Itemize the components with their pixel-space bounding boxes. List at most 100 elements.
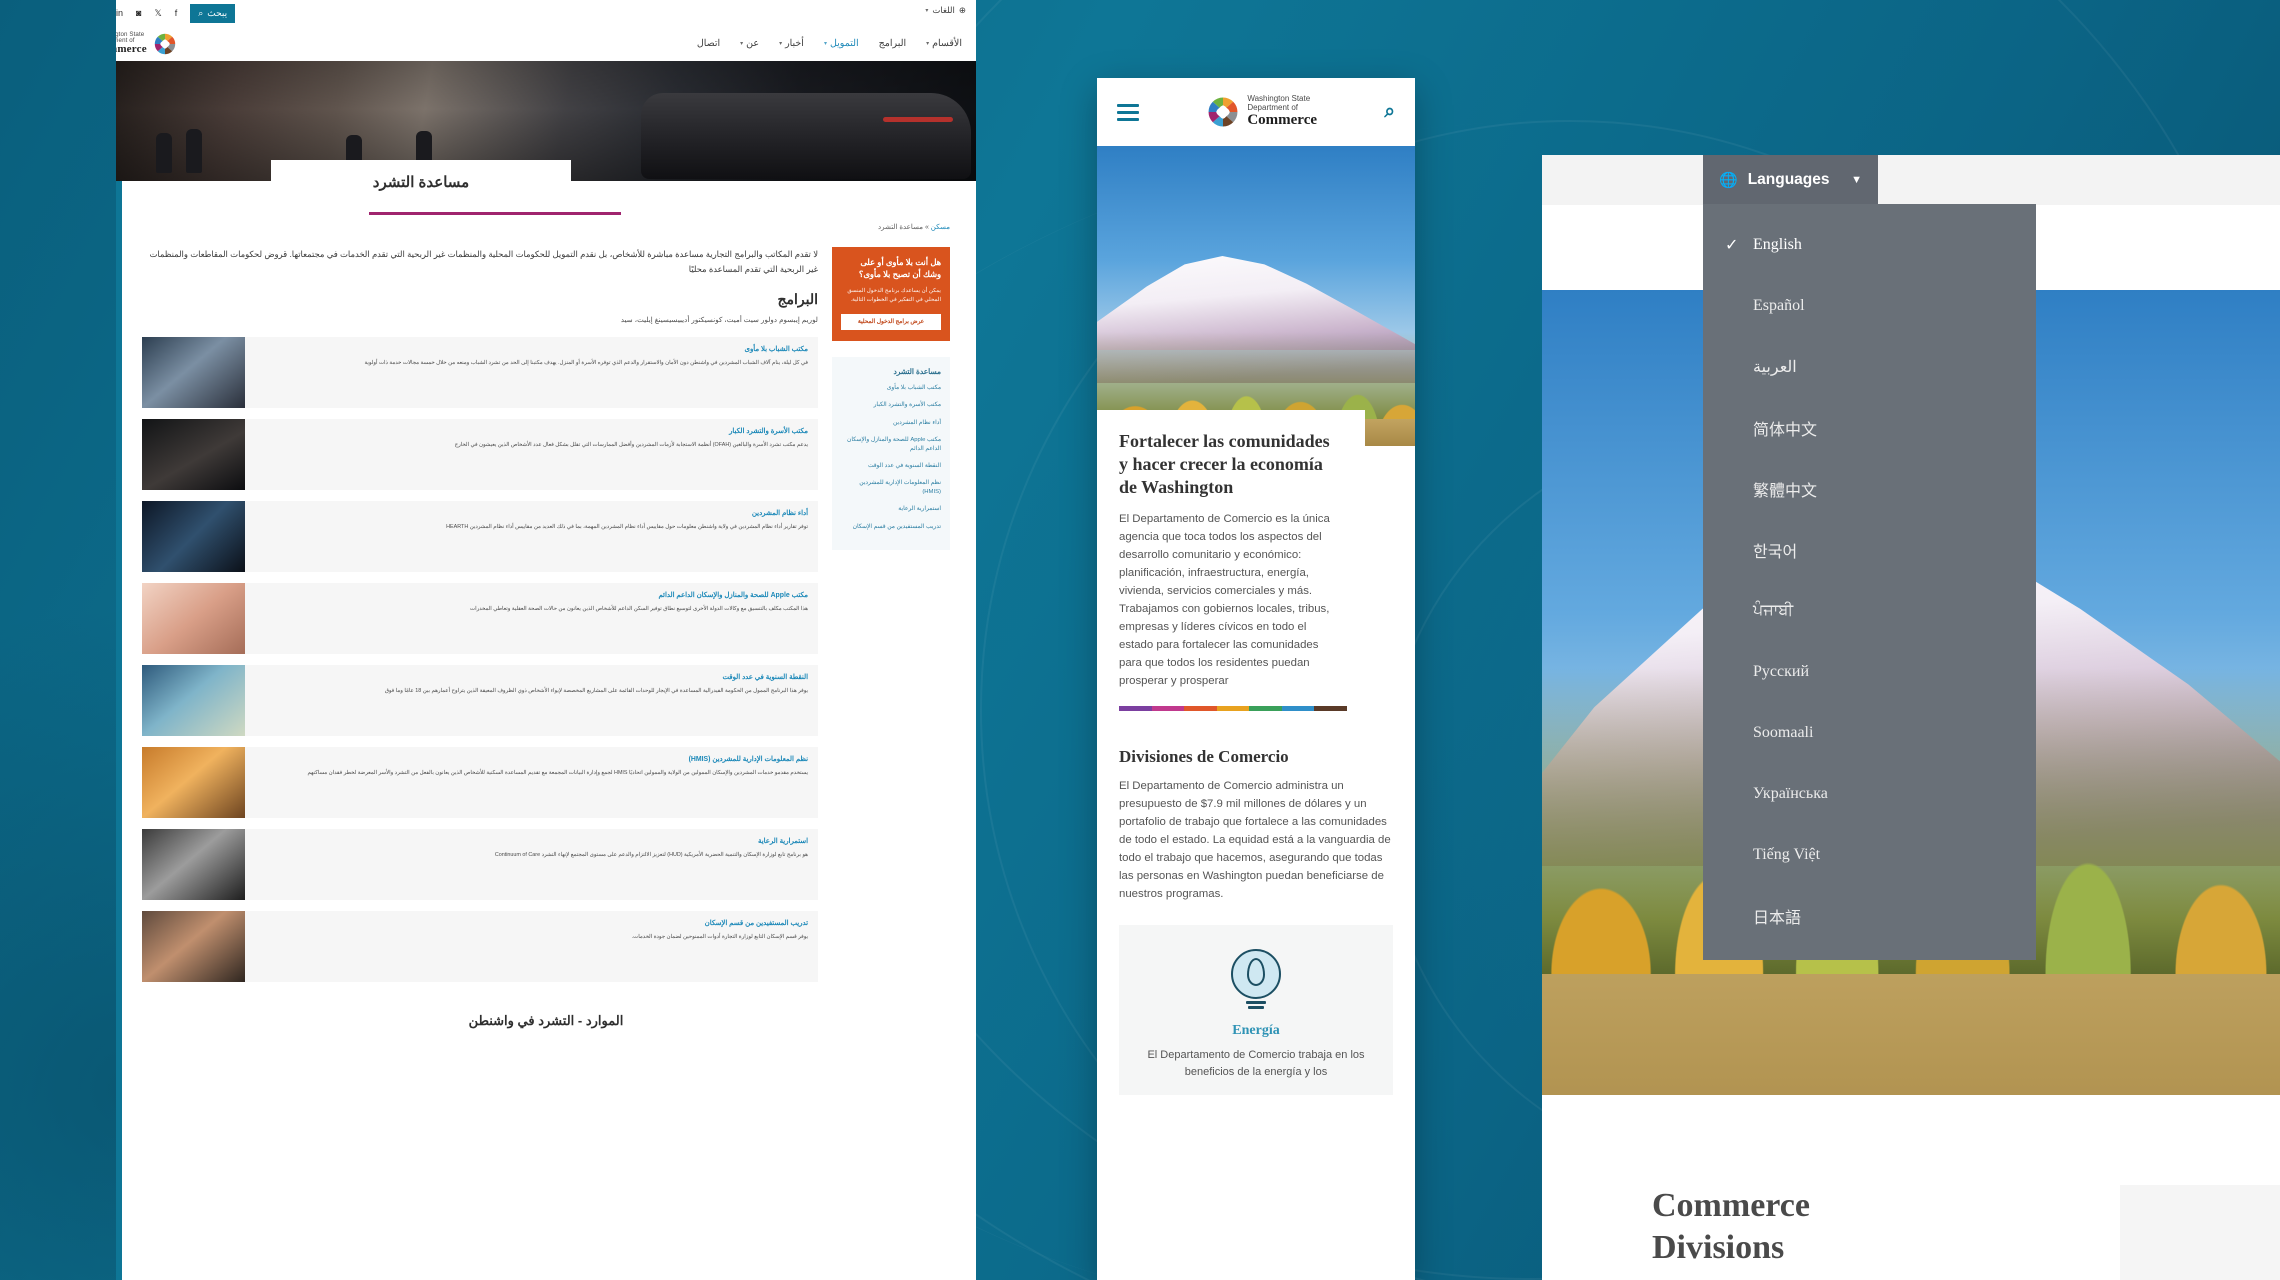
language-label: Tiếng Việt [1753,845,1821,863]
arabic-site-logo[interactable]: Washington State Department of Commerce [116,31,177,56]
nav-label: عن [746,38,760,49]
facebook-icon[interactable]: f [175,8,178,18]
mobile-header: Washington State Department of Commerce … [1097,78,1415,146]
nav-item-programs[interactable]: البرامج [879,38,907,49]
hamburger-menu-icon[interactable] [1117,103,1139,121]
program-title[interactable]: مكتب الشباب بلا مأوى [255,345,808,355]
language-label: English [1753,235,1802,253]
language-label: Soomaali [1753,723,1814,741]
sidebar-link[interactable]: استمرارية الرعاية [841,505,941,514]
language-option-japanese[interactable]: 日本語 [1703,885,2036,946]
program-card[interactable]: النقطة السنوية في عدد الوقت يوفر هذا الب… [142,665,818,737]
language-option-english[interactable]: ✓ English [1703,214,2036,275]
program-card[interactable]: مكتب الشباب بلا مأوى في كل ليلة، ينام آل… [142,337,818,409]
logo-text-block: Washington State Department of Commerce [116,31,147,56]
language-option-ukrainian[interactable]: Українська [1703,763,2036,824]
nav-item-news[interactable]: أخبار ▾ [779,38,804,49]
program-card[interactable]: تدريب المستفيدين من قسم الإسكان يوفر قسم… [142,911,818,983]
logo-line-3: Commerce [116,43,147,56]
arabic-utility-bar: يبحث ⌕ f 𝕏 ◙ in ⊕ اللغات ▾ [116,0,976,26]
program-card[interactable]: مكتب Apple للصحة والمنازل والإسكان الداع… [142,583,818,655]
language-option-traditional-chinese[interactable]: 繁體中文 [1703,458,2036,519]
language-option-simplified-chinese[interactable]: 简体中文 [1703,397,2036,458]
program-desc: يستخدم مقدمو خدمات المشردين والإسكان الم… [307,770,808,777]
spanish-mobile-page: Washington State Department of Commerce … [1097,78,1415,1280]
nav-item-contact[interactable]: اتصال [697,38,720,49]
energia-tile[interactable]: Energía El Departamento de Comercio trab… [1119,925,1393,1096]
hero-car [641,93,971,179]
program-title[interactable]: تدريب المستفيدين من قسم الإسكان [255,919,808,929]
languages-dropdown-trigger[interactable]: 🌐 Languages ▼ [1703,155,1878,204]
program-desc: توفر تقارير أداء نظام المشردين في ولاية … [446,524,808,531]
globe-icon: 🌐 [1719,171,1738,189]
language-label: ਪੰਜਾਬੀ [1753,601,1794,619]
breadcrumb-home-link[interactable]: مسكن [931,224,950,231]
language-option-russian[interactable]: Русский [1703,641,2036,702]
divisions-section: Divisiones de Comercio El Departamento d… [1097,729,1415,903]
sidebar-link[interactable]: نظم المعلومات الإدارية للمشردين (HMIS) [841,479,941,497]
search-icon[interactable]: ⌕ [1384,101,1395,123]
sidebar-link[interactable]: مكتب الشباب بلا مأوى [841,384,941,393]
nav-item-funding[interactable]: التمويل ▾ [824,38,859,49]
program-card-text: نظم المعلومات الإدارية للمشردين (HMIS) ي… [245,747,818,818]
program-title[interactable]: مكتب Apple للصحة والمنازل والإسكان الداع… [255,591,808,601]
program-thumbnail [142,583,245,655]
commerce-divisions-heading: Commerce Divisions [1652,1185,1810,1268]
language-label: Українська [1753,784,1828,802]
nav-label: الأقسام [932,38,962,49]
program-card-text: أداء نظام المشردين توفر تقارير أداء نظام… [245,501,818,572]
programs-subtext: لوريم إيبسوم دولور سيت أميت، كونسيكتور أ… [620,314,818,324]
arabic-sidebar-rail: هل أنت بلا مأوى أو على وشك أن تصبح بلا م… [832,247,950,550]
mobile-hero-body: El Departamento de Comercio es la única … [1119,513,1330,688]
hero-figure [186,129,202,173]
program-thumbnail [142,337,245,409]
utility-left-group: يبحث ⌕ f 𝕏 ◙ in [116,0,236,26]
program-card[interactable]: نظم المعلومات الإدارية للمشردين (HMIS) ي… [142,747,818,819]
language-label: 한국어 [1753,543,1798,561]
language-option-vietnamese[interactable]: Tiếng Việt [1703,824,2036,885]
globe-icon: ⊕ [958,5,966,15]
search-icon: ⌕ [198,7,204,18]
sidebar-link[interactable]: مكتب Apple للصحة والمنازل والإسكان الداع… [841,436,941,454]
tile-title: Energía [1232,1023,1280,1039]
nav-item-departments[interactable]: الأقسام ▾ [926,38,962,49]
mobile-hero-title: Fortalecer las comunidades y hacer crece… [1119,431,1330,498]
languages-dropdown-menu: ✓ English Español العربية 简体中文 繁體中文 한국어 … [1703,204,2036,960]
nav-label: أخبار [785,38,804,49]
language-label: 繁體中文 [1753,482,1818,500]
language-label: 简体中文 [1753,421,1818,439]
sidebar-link[interactable]: أداء نظام المشردين [841,419,941,428]
nav-item-about[interactable]: عن ▾ [740,38,759,49]
language-option-punjabi[interactable]: ਪੰਜਾਬੀ [1703,580,2036,641]
program-thumbnail [142,911,245,983]
x-twitter-icon[interactable]: 𝕏 [154,8,161,18]
instagram-icon[interactable]: ◙ [136,8,141,18]
mobile-logo-text: Washington State Department of Commerce [1247,94,1317,130]
check-icon: ✓ [1725,236,1739,254]
program-title[interactable]: استمرارية الرعاية [255,837,808,847]
chevron-down-icon: ▾ [740,41,744,47]
sidebar-link[interactable]: النقطة السنوية في عدد الوقت [841,462,941,471]
sidebar-link[interactable]: مكتب الأسرة والتشرد الكبار [841,401,941,410]
mobile-site-logo[interactable]: Washington State Department of Commerce [1206,94,1317,130]
program-desc: يوفر هذا البرنامج الممول من الحكومة الفي… [384,688,808,695]
chevron-down-icon: ▾ [925,8,929,14]
language-option-korean[interactable]: 한국어 [1703,519,2036,580]
program-title[interactable]: أداء نظام المشردين [255,509,808,519]
linkedin-icon[interactable]: in [116,8,123,18]
language-option-somali[interactable]: Soomaali [1703,702,2036,763]
program-card[interactable]: أداء نظام المشردين توفر تقارير أداء نظام… [142,501,818,573]
program-card[interactable]: استمرارية الرعاية هو برنامج تابع لوزارة … [142,829,818,901]
language-option-espanol[interactable]: Español [1703,275,2036,336]
arabic-language-selector[interactable]: ⊕ اللغات ▾ [925,5,966,16]
program-title[interactable]: النقطة السنوية في عدد الوقت [255,673,808,683]
program-title[interactable]: مكتب الأسرة والتشرد الكبار [255,427,808,437]
program-title[interactable]: نظم المعلومات الإدارية للمشردين (HMIS) [255,755,808,765]
arabic-search-button[interactable]: يبحث ⌕ [190,3,236,23]
heading-line-1: Commerce [1652,1187,1810,1225]
program-thumbnail [142,501,245,573]
sidebar-link[interactable]: تدريب المستفيدين من قسم الإسكان [841,523,941,532]
language-option-arabic[interactable]: العربية [1703,336,2036,397]
callout-cta-button[interactable]: عرض برامج الدخول المحلية [841,314,941,331]
program-card[interactable]: مكتب الأسرة والتشرد الكبار يدعم مكتب تشر… [142,419,818,491]
